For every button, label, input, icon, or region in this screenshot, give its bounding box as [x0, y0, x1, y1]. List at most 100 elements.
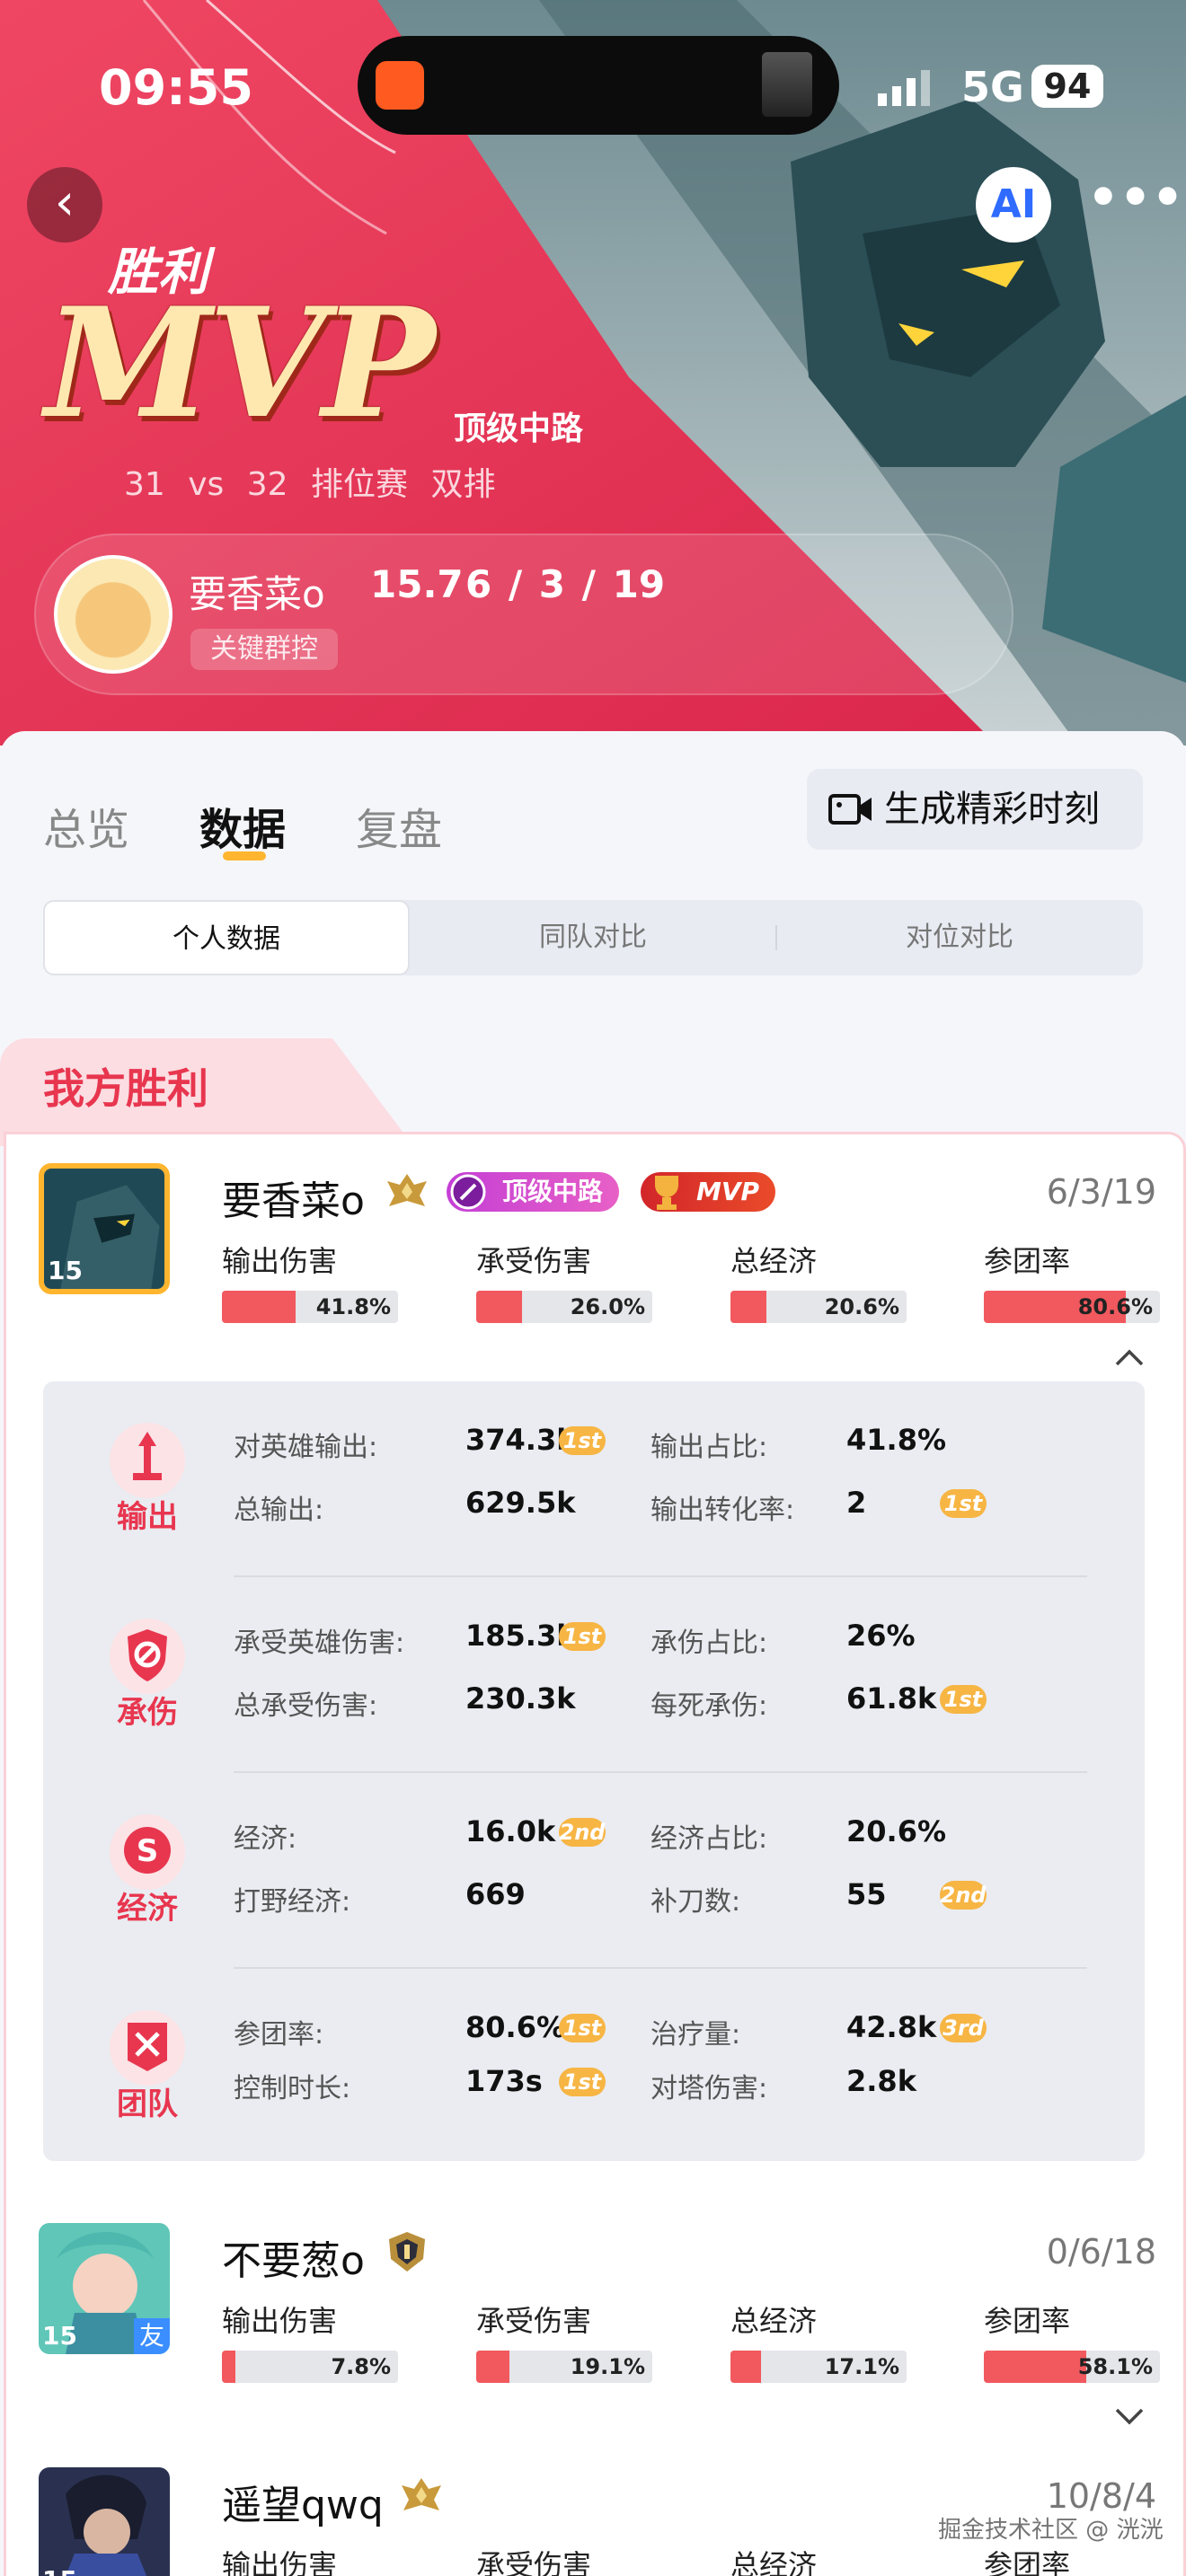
- player-name: 要香菜o: [189, 572, 325, 616]
- stat-damage: 输出伤害 41.8%: [222, 1239, 412, 1323]
- stat-bar-fill: [476, 1291, 522, 1323]
- detail-stats-panel: 输出 对英雄输出: 374.3k 1st 输出占比: 41.8% 总输出: 62…: [43, 1381, 1145, 2161]
- rank-emblem-icon: [402, 2478, 441, 2510]
- stat-label: 输出伤害: [222, 1244, 338, 1278]
- chevron-down-icon[interactable]: [1113, 2406, 1146, 2428]
- rank-emblem-icon: [389, 2232, 425, 2272]
- mvp-title: MVP: [45, 274, 436, 452]
- stat-bar: 7.8%: [222, 2351, 398, 2383]
- stat-value: 58.1%: [1077, 2354, 1153, 2379]
- hero-portrait-image: [39, 2467, 170, 2576]
- svg-text:S: S: [137, 1833, 159, 1869]
- match-detail-screen: { "status_bar": {"time": "09:55", "netwo…: [0, 0, 1186, 2576]
- stat-damage-taken: 承受伤害: [476, 2543, 667, 2576]
- shield-icon-label: 承伤: [117, 1695, 178, 1730]
- detail-section-tank: 承伤 承受英雄伤害: 185.3k 1st 承伤占比: 26% 总承受伤害: 2…: [43, 1577, 1145, 1773]
- detail-label: 承受英雄伤害:: [234, 1628, 405, 1659]
- player-kda: 0/6/18: [1046, 2232, 1156, 2272]
- hero-level: 15: [48, 1256, 83, 1285]
- player-kda: 10/8/4: [1046, 2476, 1156, 2516]
- stat-bar: 80.6%: [984, 1291, 1160, 1323]
- generate-highlights-label: 生成精彩时刻: [884, 789, 1100, 830]
- stat-label: 输出伤害: [222, 2548, 338, 2576]
- rank-badge: 1st: [559, 1426, 606, 1455]
- detail-label: 每死承伤:: [651, 1690, 768, 1722]
- stat-label: 参团率: [984, 2304, 1071, 2338]
- coin-icon-label: 经济: [117, 1891, 179, 1926]
- role-title: 顶级中路: [454, 410, 584, 447]
- stat-bar-fill: [730, 2351, 761, 2383]
- damage-icon-label: 输出: [117, 1499, 178, 1534]
- back-button[interactable]: ‹: [27, 167, 102, 243]
- stat-label: 输出伤害: [222, 2304, 338, 2338]
- rank-emblem-icon: [387, 1174, 427, 1206]
- detail-value: 173s: [465, 2064, 543, 2098]
- team-icon: 团队: [110, 2010, 185, 2122]
- player-summary-card[interactable]: 要香菜o 15.7 6 / 3 / 19 关键群控: [34, 534, 1013, 695]
- stat-bar: 17.1%: [730, 2351, 907, 2383]
- tab-data[interactable]: 数据: [199, 794, 286, 857]
- network-type: 5G: [961, 63, 1024, 111]
- stat-value: 19.1%: [570, 2354, 645, 2379]
- coin-icon: S 经济: [110, 1814, 185, 1926]
- detail-label: 参团率:: [234, 2019, 324, 2051]
- stat-label: 参团率: [984, 2548, 1071, 2576]
- tab-replay[interactable]: 复盘: [356, 794, 442, 857]
- detail-value: 20.6%: [846, 1814, 947, 1848]
- dynamic-island: [358, 36, 839, 135]
- detail-label: 打野经济:: [234, 1886, 351, 1918]
- data-segment-control: 个人数据 同队对比 对位对比: [43, 900, 1143, 975]
- rank-badge: 1st: [940, 1489, 987, 1518]
- player-kda: 6/3/19: [1046, 1172, 1156, 1212]
- rank-badge: 3rd: [940, 2014, 987, 2042]
- mvp-badge: MVP: [641, 1172, 776, 1212]
- detail-section-economy: S 经济 经济: 16.0k 2nd 经济占比: 20.6% 打野经济: 669…: [43, 1773, 1145, 1969]
- stat-bar: 41.8%: [222, 1291, 398, 1323]
- player-name: 遥望qwq: [222, 2483, 384, 2528]
- rank-badge: 1st: [559, 2014, 606, 2042]
- detail-label: 补刀数:: [651, 1886, 741, 1918]
- stat-bar-fill: [476, 2351, 510, 2383]
- player-tag: 关键群控: [190, 629, 338, 670]
- detail-value: 55: [846, 1877, 887, 1911]
- media-thumbnail: [762, 52, 812, 117]
- stat-value: 26.0%: [570, 1294, 645, 1319]
- player-name: 要香菜o: [222, 1178, 365, 1224]
- mvp-badge-label: MVP: [696, 1177, 760, 1206]
- stat-bar-fill: [730, 1291, 767, 1323]
- shield-icon: 承伤: [110, 1619, 185, 1730]
- hero-portrait: 15: [39, 2467, 170, 2576]
- player-row[interactable]: 15 要香菜o 顶级中路 MVP 6/3/19 输出伤害 41.8% 承受伤害: [6, 1143, 1186, 1323]
- ai-assistant-button[interactable]: AI: [976, 167, 1051, 243]
- stat-damage: 输出伤害: [222, 2543, 412, 2576]
- detail-value: 16.0k: [465, 1814, 556, 1848]
- chevron-up-icon[interactable]: [1113, 1346, 1146, 1368]
- stat-label: 承受伤害: [476, 2304, 592, 2338]
- app-icon: [376, 61, 424, 110]
- detail-value: 80.6%: [465, 2010, 566, 2044]
- stat-label: 总经济: [730, 2304, 818, 2338]
- friend-badge: 友: [134, 2318, 170, 2354]
- content-panel: 总览 数据 复盘 生成精彩时刻 个人数据 同队对比 对位对比 我方胜利 15 要…: [0, 731, 1186, 2576]
- detail-label: 经济占比:: [651, 1823, 768, 1855]
- more-options-button[interactable]: •••: [1087, 167, 1183, 243]
- segment-team-compare[interactable]: 同队对比: [410, 900, 776, 975]
- stat-participation: 参团率 80.6%: [984, 1239, 1174, 1323]
- segment-personal[interactable]: 个人数据: [43, 900, 410, 975]
- tab-overview[interactable]: 总览: [43, 794, 129, 857]
- detail-value: 61.8k: [846, 1681, 937, 1716]
- detail-label: 控制时长:: [234, 2073, 351, 2104]
- generate-highlights-button[interactable]: 生成精彩时刻: [807, 769, 1143, 850]
- detail-label: 总承受伤害:: [234, 1690, 378, 1722]
- detail-value: 2: [846, 1486, 867, 1520]
- stat-gold: 总经济 20.6%: [730, 1239, 921, 1323]
- match-info: 31 vs 32 排位赛 双排: [124, 466, 496, 503]
- stat-label: 总经济: [730, 1244, 818, 1278]
- role-badge-label: 顶级中路: [502, 1177, 604, 1206]
- segment-lane-compare[interactable]: 对位对比: [776, 900, 1143, 975]
- status-bar: 09:55 5G 94: [0, 36, 1186, 135]
- detail-label: 承伤占比:: [651, 1628, 768, 1659]
- team-result-label: 我方胜利: [43, 1064, 208, 1113]
- stat-damage: 输出伤害 7.8%: [222, 2298, 412, 2383]
- player-row[interactable]: 15 友 不要葱o 0/6/18 输出伤害 7.8% 承受伤害 19.1% 总经…: [6, 2203, 1186, 2383]
